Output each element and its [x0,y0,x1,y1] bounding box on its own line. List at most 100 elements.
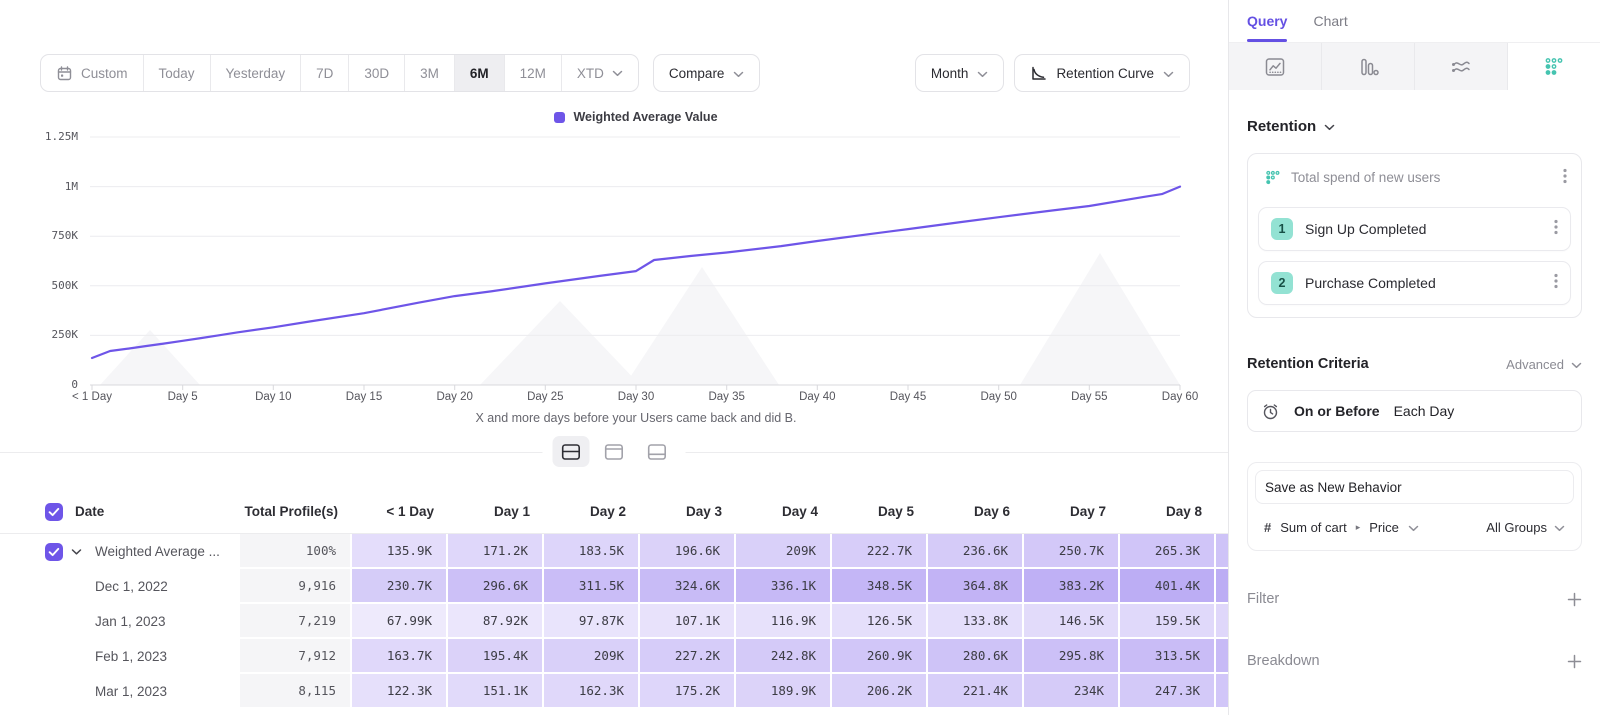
x-axis-tick-label: Day 50 [954,391,1044,403]
x-axis-tick-label: Day 10 [228,391,318,403]
column-header: Day 7 [1024,490,1120,533]
alarm-clock-icon [1261,402,1280,421]
select-all-checkbox[interactable] [45,503,63,521]
row-date-cell[interactable]: Jan 1, 2023 [0,604,240,639]
condition-dropdown[interactable]: On or Before [1294,403,1380,419]
behavior-menu-button[interactable] [1563,168,1567,187]
y-axis-tick-label: 1.25M [0,130,78,143]
group-label: All Groups [1486,520,1547,535]
row-expand-chevron-icon[interactable] [71,548,82,555]
retention-condition-card[interactable]: On or Before Each Day [1247,390,1582,432]
y-axis-tick-label: 0 [0,378,78,391]
step-number-badge: 1 [1271,218,1293,240]
legend-swatch [554,112,565,123]
filter-label: Filter [1247,591,1279,607]
query-builder-panel: Query Chart Retention Total spend of new… [1228,0,1600,715]
report-type-tab-insights[interactable] [1229,43,1322,90]
chevron-down-icon [612,70,623,77]
x-axis-caption: X and more days before your Users came b… [92,411,1180,425]
total-profiles-cell: 7,912 [240,639,352,674]
range-6m[interactable]: 6M [454,55,504,91]
row-date-cell[interactable]: Mar 1, 2023 [0,674,240,709]
range-today[interactable]: Today [143,55,210,91]
column-header: Day 8 [1120,490,1216,533]
range-3m[interactable]: 3M [404,55,454,91]
retention-value-cell: 195.4K [448,639,544,674]
row-checkbox[interactable] [45,543,63,561]
row-date-cell[interactable]: Dec 1, 2022 [0,569,240,604]
save-as-new-behavior-button[interactable]: Save as New Behavior [1255,470,1574,504]
total-profiles-cell: 7,219 [240,604,352,639]
retention-value-cell: 250.7K [1024,534,1120,569]
step-event-label: Purchase Completed [1305,275,1436,291]
column-header: Day 1 [448,490,544,533]
retention-value-cell-partial [1216,534,1228,569]
granularity-button[interactable]: Month [915,54,1005,92]
measurement-property[interactable]: Price [1369,520,1399,535]
flows-icon [1449,55,1473,79]
range-custom[interactable]: Custom [41,55,143,91]
measurement-label[interactable]: Sum of cart [1280,520,1346,535]
behavior-step-2[interactable]: 2 Purchase Completed [1258,261,1571,305]
chevron-down-icon [977,66,988,81]
chart-type-button[interactable]: Retention Curve [1014,54,1190,92]
retention-value-cell: 107.1K [640,604,736,639]
retention-value-cell: 135.9K [352,534,448,569]
compare-button[interactable]: Compare [653,54,761,92]
range-30d[interactable]: 30D [348,55,404,91]
group-dropdown[interactable]: All Groups [1486,520,1565,535]
total-profiles-cell: 100% [240,534,352,569]
retention-value-cell: 87.92K [448,604,544,639]
range-xtd[interactable]: XTD [561,55,638,91]
x-axis-tick-label: Day 45 [863,391,953,403]
retention-value-cell: 175.2K [640,674,736,709]
layout-toggle-split-view[interactable] [553,436,590,467]
step-event-label: Sign Up Completed [1305,221,1426,237]
chart-view-icon [647,443,668,461]
retention-value-cell: 126.5K [832,604,928,639]
column-header: Day 3 [640,490,736,533]
advanced-dropdown[interactable]: Advanced [1506,357,1582,372]
tab-query[interactable]: Query [1247,0,1287,42]
tab-chart[interactable]: Chart [1313,0,1347,42]
funnels-icon [1356,55,1380,79]
layout-toggle-table-view[interactable] [596,436,633,467]
chevron-down-icon [1324,118,1335,135]
retention-value-cell: 67.99K [352,604,448,639]
table-row: Feb 1, 20237,912163.7K195.4K209K227.2K24… [0,639,1228,674]
step-menu-button[interactable] [1554,219,1558,240]
x-axis-tick-label: Day 20 [410,391,500,403]
table-header-row: DateTotal Profile(s)< 1 DayDay 1Day 2Day… [0,490,1228,534]
breadcrumb-caret-icon: ▸ [1356,522,1361,533]
range-12m[interactable]: 12M [504,55,561,91]
x-axis-tick-label: Day 5 [138,391,228,403]
retention-section-header[interactable]: Retention [1247,118,1582,135]
row-date-cell[interactable]: Feb 1, 2023 [0,639,240,674]
retention-value-cell: 227.2K [640,639,736,674]
retention-value-cell: 146.5K [1024,604,1120,639]
x-axis-tick-label: < 1 Day [47,391,137,403]
chart-legend[interactable]: Weighted Average Value [92,110,1180,124]
retention-table: DateTotal Profile(s)< 1 DayDay 1Day 2Day… [0,490,1228,715]
insights-icon [1263,55,1287,79]
retention-criteria-row: Retention Criteria Advanced [1247,356,1582,372]
row-date-cell[interactable]: Weighted Average ... [0,534,240,569]
report-type-tab-retention[interactable] [1508,43,1600,90]
x-axis-tick-label: Day 60 [1135,391,1225,403]
layout-toggle-chart-view[interactable] [639,436,676,467]
range-7d[interactable]: 7D [300,55,348,91]
report-type-tab-flows[interactable] [1415,43,1508,90]
y-axis-tick-label: 500K [0,279,78,292]
add-breakdown-button[interactable] [1567,654,1582,669]
report-type-tab-funnels[interactable] [1322,43,1415,90]
table-row: Jan 1, 20237,21967.99K87.92K97.87K107.1K… [0,604,1228,639]
behavior-step-1[interactable]: 1 Sign Up Completed [1258,207,1571,251]
calendar-icon [56,65,73,82]
retention-value-cell: 236.6K [928,534,1024,569]
step-menu-button[interactable] [1554,273,1558,294]
range-yesterday[interactable]: Yesterday [210,55,301,91]
period-dropdown[interactable]: Each Day [1394,403,1455,419]
add-filter-button[interactable] [1567,592,1582,607]
chart-type-tabs [1229,42,1600,90]
panel-tabs: Query Chart [1229,0,1600,42]
